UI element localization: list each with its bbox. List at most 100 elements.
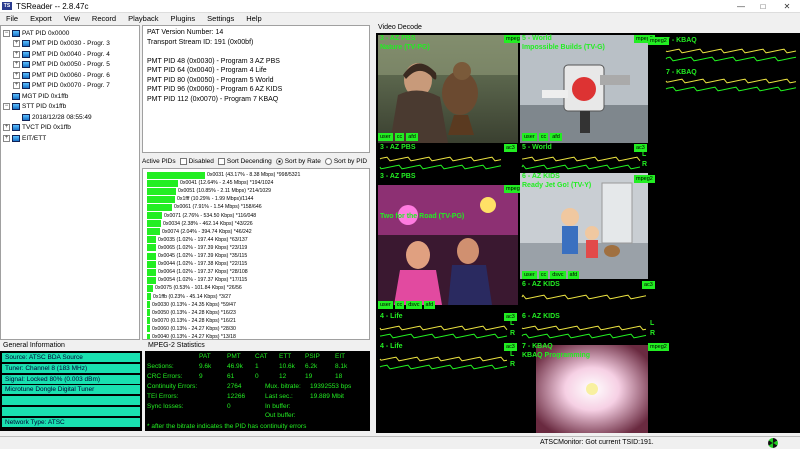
expand-toggle-icon[interactable]: − [3,29,10,37]
minimize-button[interactable]: — [730,0,752,13]
tag-dsvc: dsvc [550,271,566,279]
stat-outbuf-label: Out buffer: [265,412,296,419]
tile-sub-az-pbs: Nature (TV-PG) [380,44,430,51]
tree-item[interactable]: + EIT/ETT [3,133,46,143]
pid-row[interactable]: 0x1ffb (0.23% - 45.14 Kbps) *3/27 [147,293,231,301]
pid-row[interactable]: 0x0044 (1.02% - 197.38 Kbps) *22/115 [147,260,247,268]
expand-toggle-icon[interactable]: + [13,40,20,47]
stat-value: 61 [227,373,235,380]
video-decode-panel: 3 - AZ PBS Nature (TV-PG) mpeg2 user cc … [376,33,800,433]
tree-item[interactable]: + PMT PID 0x0030 - Progr. 3 [13,39,110,49]
pid-row[interactable]: 0x0054 (1.02% - 197.37 Kbps) *17/115 [147,276,247,284]
pat-line: PMT PID 112 (0x0070) - Program 7 KBAQ [147,95,279,103]
tree-item[interactable]: MGT PID 0x1ffb [3,91,68,101]
tag-row-two-for-the-road: user cc dsvc afd [378,301,436,309]
table-tree-panel[interactable]: − PAT PID 0x0000 + PMT PID 0x0030 - Progr. … [0,25,140,340]
maximize-button[interactable]: □ [752,0,774,13]
stat-mux-value: 19392553 bps [310,383,352,390]
menu-bar: File Export View Record Playback Plugins… [0,13,800,24]
menu-settings[interactable]: Settings [201,14,240,23]
pid-row[interactable]: 0x0045 (1.02% - 197.39 Kbps) *35/115 [147,252,247,260]
audio-level-waveform [379,156,502,162]
expand-toggle-icon[interactable]: + [13,82,20,89]
pid-row[interactable]: 0x0031 (43.17% - 8.38 Mbps) *998/5321 [147,171,300,179]
stat-col-header: PAT [199,353,211,360]
menu-view[interactable]: View [58,14,86,23]
menu-file[interactable]: File [0,14,24,23]
expand-toggle-icon[interactable]: + [13,50,20,58]
sort-by-pid-radio[interactable] [324,158,332,165]
close-button[interactable]: ✕ [774,0,800,13]
stat-sync-value: 0 [227,403,231,410]
stat-sync-label: Sync losses: [147,403,184,410]
expand-toggle-icon[interactable]: + [13,61,20,68]
pid-row[interactable]: 0x0040 (0.13% - 24.27 Kbps) *13/18 [147,333,236,339]
pid-row[interactable]: 0x1fff (10.29% - 1.99 Mbps)/1144 [147,195,253,203]
tree-item[interactable]: + PMT PID 0x0040 - Progr. 4 [13,49,110,59]
pid-rate-bar [147,317,150,325]
general-info-row: Signal: Locked 80% (0.003 dBm) [2,374,140,384]
menu-help[interactable]: Help [240,14,267,23]
pid-row[interactable]: 0x0075 (0.53% - 101.84 Kbps) *26/56 [147,284,242,292]
table-node-icon [22,71,30,79]
video-tile-world[interactable] [520,35,648,143]
menu-playback[interactable]: Playback [122,14,164,23]
pid-row[interactable]: 0x0071 (2.76% - 534.50 Kbps) *116/048 [147,212,256,220]
pid-row[interactable]: 0x0065 (1.02% - 197.39 Kbps) *23/119 [147,244,247,252]
sort-descending-checkbox[interactable] [217,158,225,165]
sort-by-rate-radio[interactable] [275,158,283,165]
audio-label-az-pbs: 3 - AZ PBS [380,144,416,151]
tile-label-az-pbs-2: 3 - AZ PBS [380,173,416,180]
pid-row[interactable]: 0x0070 (0.13% - 24.28 Kbps) *16/21 [147,317,236,325]
pid-row[interactable]: 0x0030 (0.13% - 24.35 Kbps) *59/47 [147,301,236,309]
pid-row-text: 0x0034 (2.38% - 462.14 Kbps) *43/226 [163,220,253,227]
audio-tag-az-kids: ac3 [642,281,655,289]
tree-item[interactable]: + PMT PID 0x0060 - Progr. 6 [13,70,110,80]
stat-value: 46.9k [227,363,243,370]
video-tile-az-pbs[interactable] [378,35,518,143]
tag-user: user [378,301,393,309]
tree-item[interactable]: + PMT PID 0x0070 - Progr. 7 [13,81,110,91]
general-info-row: Source: ATSC BDA Source [2,353,140,362]
tree-item[interactable]: 2018/12/28 08:55:49 [13,112,92,122]
expand-toggle-icon[interactable]: + [3,134,10,142]
expand-toggle-icon[interactable]: + [13,71,20,79]
tree-item[interactable]: + TVCT PID 0x1ffb [3,123,71,133]
pid-row-text: 0x0065 (1.02% - 197.39 Kbps) *23/119 [158,244,248,251]
tree-item[interactable]: − STT PID 0x1ffb [3,102,66,112]
expand-toggle-icon[interactable]: + [3,124,10,131]
pid-row[interactable]: 0x0035 (1.02% - 197.44 Kbps) *63/137 [147,236,248,244]
tree-item[interactable]: − PAT PID 0x0000 [3,28,69,38]
tag-cc: cc [394,301,405,309]
pid-rate-bar [147,203,172,211]
stat-lastsec-value: 19.889 Mbit [310,393,344,400]
tree-item[interactable]: + PMT PID 0x0050 - Progr. 5 [13,60,110,70]
stat-inbuf-label: In buffer: [265,403,291,410]
pid-row[interactable]: 0x0061 (7.91% - 1.54 Mbps) *158/646 [147,203,262,211]
expand-toggle-icon[interactable]: − [3,103,10,110]
app-icon: TS [2,2,12,10]
pid-row[interactable]: 0x0051 (10.85% - 2.11 Mbps) *214/1029 [147,187,271,195]
pid-row-text: 0x0061 (7.91% - 1.54 Mbps) *158/646 [174,204,262,211]
pid-row-text: 0x0060 (0.13% - 24.27 Kbps) *28/30 [152,325,236,332]
disabled-checkbox[interactable] [179,158,187,165]
pid-row[interactable]: 0x0060 (0.13% - 24.27 Kbps) *28/30 [147,325,236,333]
pid-row[interactable]: 0x0041 (12.64% - 2.45 Mbps) *194/1024 [147,179,273,187]
stat-value: 8.1k [335,363,348,370]
menu-record[interactable]: Record [86,14,122,23]
network-status-icon [768,438,778,448]
stat-continuity-label: Continuity Errors: [147,383,198,390]
active-pids-list[interactable]: 0x0031 (43.17% - 8.38 Mbps) *998/5321 0x0… [142,168,370,340]
pid-row-text: 0x0064 (1.02% - 197.37 Kbps) *28/108 [158,269,248,276]
menu-plugins[interactable]: Plugins [165,14,202,23]
menu-export[interactable]: Export [24,14,58,23]
pid-rate-bar [147,333,150,339]
pid-row[interactable]: 0x0050 (0.13% - 24.28 Kbps) *16/23 [147,309,236,317]
video-tile-two-for-the-road[interactable] [378,185,518,305]
pid-row[interactable]: 0x0064 (1.02% - 197.37 Kbps) *28/108 [147,268,248,276]
pid-row-text: 0x1ffb (0.23% - 45.14 Kbps) *3/27 [153,293,232,300]
pid-row[interactable]: 0x0034 (2.38% - 462.14 Kbps) *43/226 [147,220,253,228]
pid-row-text: 0x0054 (1.02% - 197.37 Kbps) *17/115 [158,277,248,284]
tree-item-label: MGT PID 0x1ffb [22,92,69,100]
pid-row[interactable]: 0x0074 (2.04% - 394.74 Kbps) *46/242 [147,228,252,236]
